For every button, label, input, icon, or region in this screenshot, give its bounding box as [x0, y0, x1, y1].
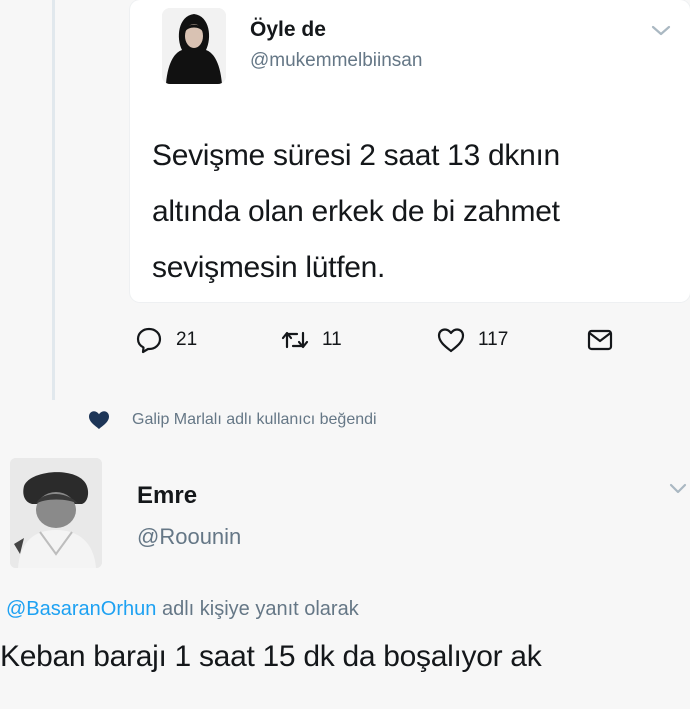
- retweet-button[interactable]: 11: [280, 325, 342, 355]
- reply-icon: [136, 327, 162, 354]
- heart-filled-icon: [89, 411, 109, 429]
- tweet-text: Keban barajı 1 saat 15 dk da boşalıyor a…: [0, 640, 542, 673]
- replying-to-suffix: adlı kişiye yanıt olarak: [156, 598, 359, 620]
- like-icon: [437, 328, 465, 353]
- like-count: 117: [478, 329, 509, 350]
- direct-message-button[interactable]: [585, 325, 615, 355]
- tweet-text: Sevişme süresi 2 saat 13 dknın altında o…: [152, 128, 652, 296]
- tweet-text-line: altında olan erkek de bi zahmet: [152, 195, 560, 228]
- liked-by-row[interactable]: Galip Marlalı adlı kullanıcı beğendi: [88, 408, 377, 432]
- user-handle[interactable]: @mukemmelbiinsan: [250, 50, 422, 72]
- reply-count: 21: [176, 329, 198, 350]
- chevron-down-icon[interactable]: [650, 22, 672, 38]
- liked-by-text: Galip Marlalı adlı kullanıcı beğendi: [132, 411, 377, 428]
- replying-to-context: @BasaranOrhun adlı kişiye yanıt olarak: [6, 598, 359, 621]
- avatar-portrait-icon: [162, 8, 226, 84]
- display-name[interactable]: Öyle de: [250, 18, 326, 42]
- direct-message-icon: [587, 329, 613, 351]
- retweet-icon: [281, 331, 309, 349]
- avatar-portrait-icon: [10, 458, 102, 568]
- thread-line: [52, 0, 55, 400]
- avatar[interactable]: [162, 8, 226, 84]
- tweet-text-line: Sevişme süresi 2 saat 13 dknın: [152, 139, 560, 172]
- display-name[interactable]: Emre: [137, 482, 197, 510]
- user-handle[interactable]: @Roounin: [137, 524, 241, 550]
- mention-link[interactable]: @BasaranOrhun: [6, 598, 156, 620]
- tweet-text-line: sevişmesin lütfen.: [152, 251, 386, 284]
- avatar[interactable]: [10, 458, 102, 568]
- chevron-down-icon[interactable]: [668, 480, 688, 496]
- timeline-screenshot: Öyle de @mukemmelbiinsan Sevişme süresi …: [0, 0, 690, 709]
- reply-button[interactable]: 21: [134, 325, 197, 355]
- like-button[interactable]: 117: [436, 325, 508, 355]
- retweet-count: 11: [322, 329, 342, 350]
